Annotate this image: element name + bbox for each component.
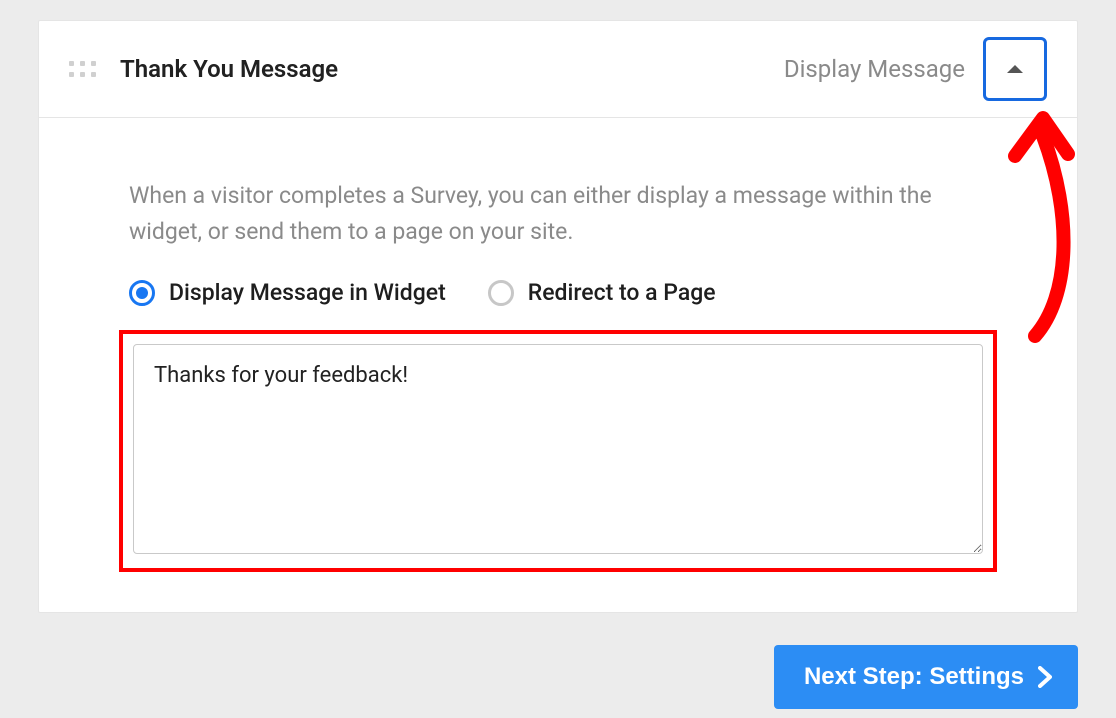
caret-up-icon — [1006, 63, 1024, 75]
next-step-button[interactable]: Next Step: Settings — [774, 645, 1078, 709]
panel-title: Thank You Message — [120, 55, 338, 83]
panel-body: When a visitor completes a Survey, you c… — [39, 118, 1077, 612]
radio-redirect-page[interactable]: Redirect to a Page — [488, 279, 716, 306]
collapse-toggle-button[interactable] — [983, 37, 1047, 101]
panel-header-right: Display Message — [784, 43, 1047, 95]
chevron-right-icon — [1038, 666, 1052, 688]
panel-status: Display Message — [784, 55, 965, 83]
panel-description: When a visitor completes a Survey, you c… — [129, 178, 987, 249]
panel-header: Thank You Message Display Message — [39, 21, 1077, 118]
thank-you-message-panel: Thank You Message Display Message When a… — [38, 20, 1078, 613]
radio-icon — [129, 280, 155, 306]
radio-label: Display Message in Widget — [169, 279, 446, 306]
next-step-label: Next Step: Settings — [804, 663, 1024, 691]
thank-you-message-textarea[interactable] — [133, 344, 983, 554]
radio-display-message[interactable]: Display Message in Widget — [129, 279, 446, 306]
drag-handle-icon[interactable] — [69, 61, 96, 77]
message-textarea-highlight — [119, 330, 997, 572]
radio-label: Redirect to a Page — [528, 279, 716, 306]
display-mode-radio-group: Display Message in Widget Redirect to a … — [129, 279, 987, 306]
footer-bar: Next Step: Settings — [38, 645, 1078, 709]
radio-icon — [488, 280, 514, 306]
